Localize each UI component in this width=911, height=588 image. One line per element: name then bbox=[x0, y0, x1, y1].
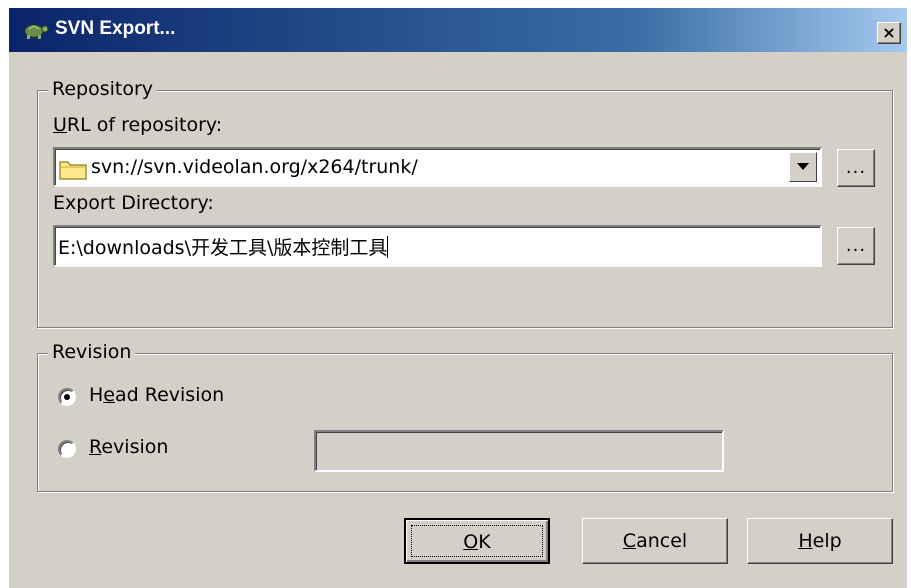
ok-button[interactable]: OK bbox=[404, 518, 550, 564]
folder-icon bbox=[59, 161, 87, 180]
tortoise-icon bbox=[24, 24, 49, 39]
revision-legend: Revision bbox=[48, 341, 136, 363]
export-directory-value: E:\downloads\开发工具\版本控制工具 bbox=[58, 237, 388, 259]
focus-rectangle bbox=[411, 525, 543, 557]
repository-legend: Repository bbox=[48, 78, 158, 100]
close-button[interactable]: × bbox=[877, 22, 901, 44]
revision-radio[interactable] bbox=[58, 440, 76, 458]
help-button[interactable]: Help bbox=[747, 518, 893, 564]
svn-export-dialog: SVN Export... × Repository URL of reposi… bbox=[8, 8, 907, 588]
head-revision-label[interactable]: Head Revision bbox=[89, 384, 224, 406]
window-title: SVN Export... bbox=[55, 18, 176, 39]
head-revision-radio[interactable] bbox=[58, 388, 76, 406]
export-directory-input[interactable]: E:\downloads\开发工具\版本控制工具 bbox=[53, 225, 822, 267]
close-icon: × bbox=[882, 23, 896, 42]
url-value: svn://svn.videolan.org/x264/trunk/ bbox=[91, 156, 418, 178]
triangle-down-icon bbox=[797, 163, 809, 170]
url-browse-button[interactable]: ... bbox=[837, 149, 875, 187]
title-bar[interactable]: SVN Export... × bbox=[9, 8, 907, 52]
revision-radio-label[interactable]: Revision bbox=[89, 436, 168, 458]
url-label: URL of repository: bbox=[53, 114, 223, 136]
cancel-button[interactable]: Cancel bbox=[582, 518, 728, 564]
url-dropdown-button[interactable] bbox=[789, 152, 817, 182]
text-caret bbox=[387, 236, 389, 258]
revision-number-input[interactable] bbox=[314, 430, 724, 472]
url-combobox[interactable]: svn://svn.videolan.org/x264/trunk/ bbox=[53, 147, 822, 187]
export-directory-label: Export Directory: bbox=[53, 192, 214, 214]
export-directory-browse-button[interactable]: ... bbox=[837, 227, 875, 265]
